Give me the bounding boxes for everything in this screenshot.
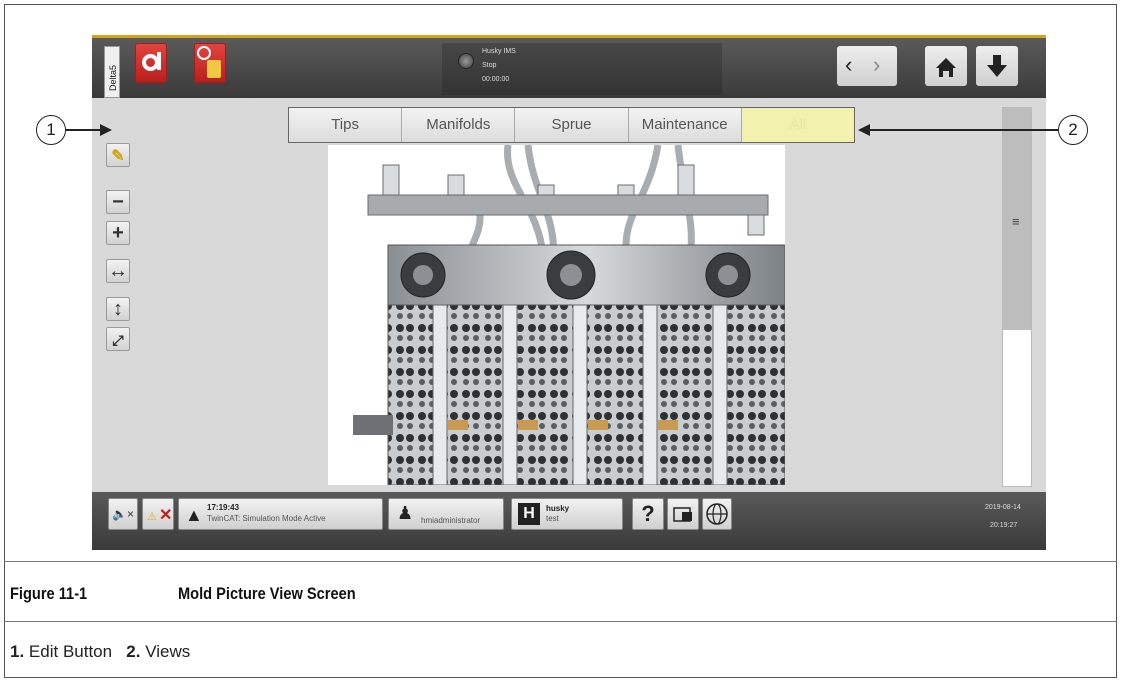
hmi-screen: Delta5 Husky IMS Stop 00:00:00 ‹ › ✎ − +…: [92, 35, 1046, 550]
top-bar: Delta5 Husky IMS Stop 00:00:00 ‹ ›: [92, 35, 1046, 98]
delta5-tab-label: Delta5: [108, 64, 118, 91]
legend-item-1-text: Edit Button: [28, 642, 113, 661]
legend-divider: [4, 621, 1117, 622]
globe-icon: [706, 503, 728, 525]
figure-title: Mold Picture View Screen: [178, 584, 356, 603]
zoom-out-button[interactable]: −: [106, 190, 130, 214]
alert-triangle-icon: ▲: [185, 505, 203, 525]
alarm-message-button[interactable]: ▲ 17:19:43 TwinCAT: Simulation Mode Acti…: [178, 498, 383, 530]
fit-width-button[interactable]: ↔: [106, 259, 130, 283]
screenshot-button[interactable]: [667, 498, 699, 530]
actual-size-button[interactable]: ⤢: [106, 327, 130, 351]
back-button[interactable]: ‹: [845, 52, 852, 78]
alarm-time: 17:19:43: [207, 503, 240, 512]
horizontal-arrows-icon: ↔: [108, 260, 128, 282]
mold-subname: test: [546, 514, 559, 523]
system-date: 2019-08-14: [985, 504, 1021, 511]
download-button[interactable]: [976, 46, 1018, 86]
mold-image: [353, 145, 785, 485]
user-name: hmiadministrator: [421, 516, 481, 525]
scrollbar-thumb[interactable]: ≡: [1003, 108, 1031, 330]
user-button[interactable]: ♟ hmiadministrator: [388, 498, 504, 530]
alarm-text: TwinCAT: Simulation Mode Active: [207, 514, 326, 523]
mute-button[interactable]: 🔈×: [108, 498, 138, 530]
forward-button[interactable]: ›: [873, 52, 880, 78]
thermometer-bar: [157, 52, 161, 70]
tab-all[interactable]: All: [741, 108, 855, 142]
mold-disabled-button[interactable]: [194, 43, 226, 83]
callout-2-leader: [870, 129, 1058, 131]
grip-icon: ≡: [1012, 214, 1020, 229]
mold-picture[interactable]: [328, 145, 785, 485]
view-filter-tabs: Tips Manifolds Sprue Maintenance All: [288, 107, 855, 143]
tab-maintenance[interactable]: Maintenance: [628, 108, 742, 142]
tab-manifolds[interactable]: Manifolds: [402, 108, 516, 142]
temperature-button[interactable]: [135, 43, 167, 83]
status-timer: 00:00:00: [482, 76, 510, 83]
alarm-reset-button[interactable]: ⚠ ✕: [142, 498, 174, 530]
husky-logo-icon: H: [518, 503, 540, 525]
warning-icon: ⚠: [147, 511, 157, 523]
tab-sprue[interactable]: Sprue: [515, 108, 629, 142]
callout-1-number: 1: [46, 120, 56, 139]
callout-2-number: 2: [1068, 120, 1078, 139]
nav-back-forward: ‹ ›: [837, 46, 897, 86]
system-time: 20:19:27: [990, 522, 1018, 529]
caption-divider: [4, 561, 1117, 562]
callout-2: 2: [1058, 115, 1088, 145]
bottom-bar: 🔈× ⚠ ✕ ▲ 17:19:43 TwinCAT: Simulation Mo…: [92, 492, 1046, 550]
home-icon: [936, 58, 956, 77]
language-button[interactable]: [702, 498, 732, 530]
callout-1-leader: [66, 129, 102, 131]
help-button[interactable]: ?: [632, 498, 664, 530]
edit-button[interactable]: ✎: [106, 143, 130, 167]
legend-item-1-number: 1.: [10, 642, 25, 661]
camera-icon: [673, 507, 692, 522]
down-arrow-icon: [987, 55, 1007, 77]
no-symbol-icon: [197, 46, 211, 60]
speaker-mute-icon: 🔈×: [112, 507, 134, 521]
tab-tips[interactable]: Tips: [289, 108, 403, 142]
legend-item-2-number: 2.: [126, 642, 141, 661]
page: Delta5 Husky IMS Stop 00:00:00 ‹ › ✎ − +…: [0, 0, 1123, 683]
legend-item-2-text: Views: [145, 642, 191, 661]
callout-1: 1: [36, 115, 66, 145]
status-lamp-icon: [458, 53, 474, 69]
fit-height-button[interactable]: ↕: [106, 297, 130, 321]
vertical-scrollbar[interactable]: ≡: [1002, 107, 1032, 487]
delta5-tab[interactable]: Delta5: [104, 46, 120, 98]
status-state: Stop: [482, 62, 497, 69]
mold-setup-button[interactable]: H husky test: [511, 498, 623, 530]
figure-number: Figure 11-1: [10, 584, 88, 603]
callout-2-arrowhead: [858, 124, 870, 136]
callout-1-arrowhead: [100, 124, 112, 136]
vertical-arrows-icon: ↕: [113, 298, 123, 320]
plus-icon: +: [112, 222, 124, 244]
status-system: Husky IMS: [482, 48, 516, 55]
figure-legend: 1. Edit Button 2. Views: [10, 642, 190, 662]
help-icon: ?: [641, 501, 655, 526]
edit-icon: ✎: [111, 148, 125, 165]
mold-icon: [207, 60, 221, 78]
close-icon: ✕: [159, 507, 173, 524]
zoom-in-button[interactable]: +: [106, 221, 130, 245]
minus-icon: −: [112, 191, 124, 213]
home-button[interactable]: [925, 46, 967, 86]
expand-100-icon: ⤢: [112, 332, 124, 348]
machine-status: Husky IMS Stop 00:00:00: [442, 43, 722, 95]
user-icon: ♟: [397, 503, 414, 523]
mold-name: husky: [546, 504, 570, 513]
